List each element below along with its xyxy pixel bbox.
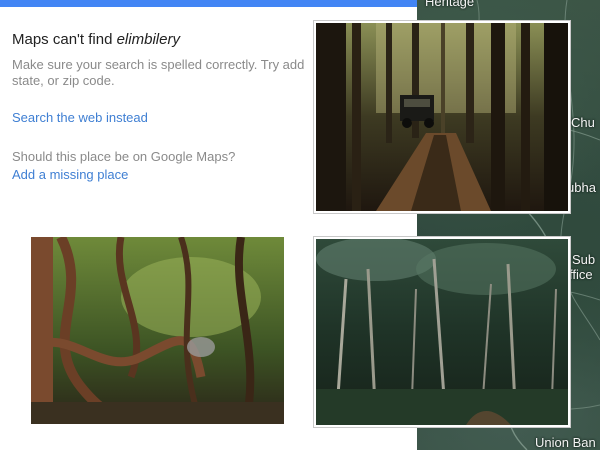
vines-image [31, 237, 284, 424]
no-result-title: Maps can't find elimbilery [12, 31, 180, 48]
panel-top-bar [0, 0, 417, 7]
add-missing-place-link[interactable]: Add a missing place [12, 167, 128, 182]
title-prefix: Maps can't find [12, 31, 117, 48]
forest-road-photo [313, 20, 571, 214]
search-web-link[interactable]: Search the web instead [12, 110, 148, 125]
spelling-hint: Make sure your search is spelled correct… [12, 57, 305, 88]
jeep-forest-image [316, 23, 568, 211]
palm-grove-photo [313, 236, 571, 428]
vines-forest-photo [31, 237, 284, 424]
map-label-chu: Chu [571, 115, 595, 130]
add-place-question: Should this place be on Google Maps? [12, 149, 236, 164]
map-label-heritage: Heritage [425, 0, 475, 9]
map-label-office: ffice [569, 267, 593, 282]
palm-image [316, 239, 568, 425]
map-label-union-bank: Union Ban [535, 435, 596, 450]
search-query: elimbilery [116, 31, 180, 48]
map-label-sub: Sub [572, 252, 596, 267]
map-label-ubha: ubha [567, 180, 596, 195]
